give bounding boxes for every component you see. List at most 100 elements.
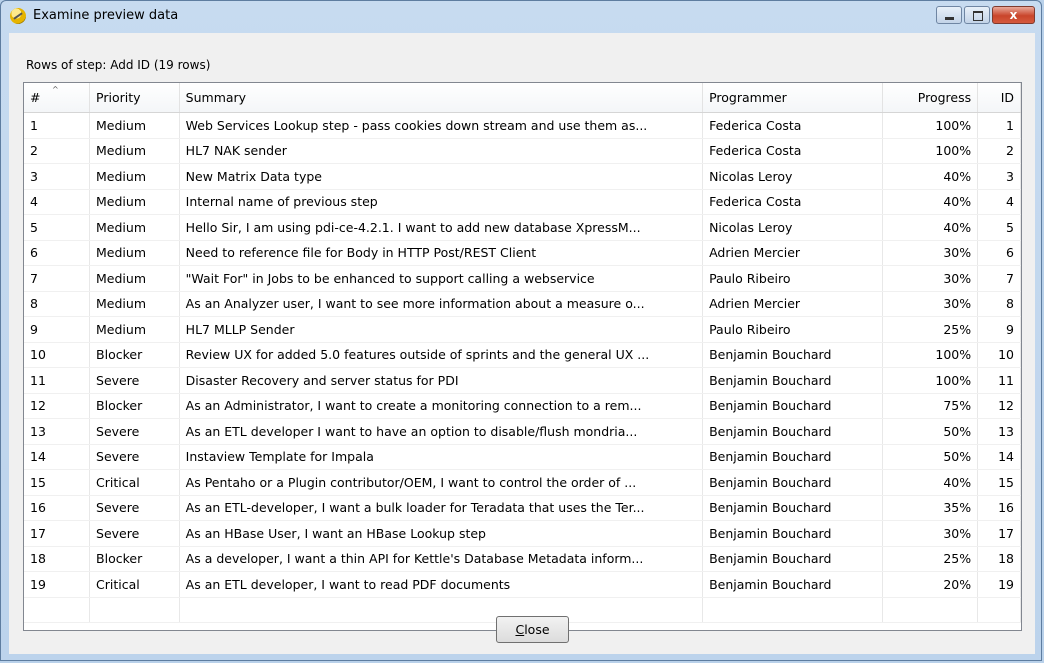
close-button[interactable]: Close [496, 616, 569, 643]
summary-cell: Internal name of previous step [179, 189, 704, 215]
progress-cell: 50% [882, 444, 979, 470]
priority-cell: Blocker [89, 546, 180, 572]
row-number: 16 [24, 495, 91, 521]
minimize-button[interactable] [936, 6, 962, 24]
id-cell: 9 [977, 316, 1021, 343]
progress-cell: 100% [882, 138, 979, 164]
table-row[interactable]: 19 Critical As an ETL developer, I want to… [24, 571, 1021, 598]
close-icon: x [1009, 8, 1018, 22]
maximize-button[interactable] [964, 6, 990, 24]
window-controls: x [934, 6, 1035, 24]
progress-cell: 30% [882, 291, 979, 317]
table-header: # ^ Priority Summary Programmer Progress … [24, 83, 1021, 113]
programmer-cell: Adrien Mercier [702, 240, 883, 266]
column-header[interactable]: Programmer [702, 83, 883, 113]
row-number: 6 [24, 240, 91, 266]
id-cell: 6 [977, 240, 1021, 266]
id-cell: 15 [977, 469, 1021, 496]
programmer-cell: Benjamin Bouchard [702, 418, 883, 445]
id-cell: 2 [977, 138, 1021, 164]
id-cell: 8 [977, 291, 1021, 317]
progress-cell: 40% [882, 469, 979, 496]
table-row[interactable]: 8 Medium As an Analyzer user, I want to se… [24, 291, 1021, 317]
summary-cell: HL7 MLLP Sender [179, 316, 704, 343]
summary-cell: As an Analyzer user, I want to see more … [179, 291, 704, 317]
programmer-cell: Benjamin Bouchard [702, 469, 883, 496]
table-row[interactable]: 5 Medium Hello Sir, I am using pdi-ce-4.2.… [24, 214, 1021, 241]
table-row[interactable]: 16 Severe As an ETL-developer, I want a bu… [24, 495, 1021, 521]
close-window-button[interactable]: x [992, 6, 1035, 24]
priority-cell: Medium [89, 163, 180, 190]
column-header[interactable]: Priority [89, 83, 180, 113]
programmer-cell: Benjamin Bouchard [702, 393, 883, 419]
programmer-cell: Benjamin Bouchard [702, 342, 883, 368]
table-row[interactable]: 12 Blocker As an Administrator, I want to … [24, 393, 1021, 419]
table-row[interactable]: 7 Medium "Wait For" in Jobs to be enhanced… [24, 265, 1021, 292]
row-number: 1 [24, 112, 91, 139]
column-header[interactable]: Summary [179, 83, 704, 113]
summary-cell: Need to reference file for Body in HTTP … [179, 240, 704, 266]
row-number: 13 [24, 418, 91, 445]
column-header[interactable]: # ^ [24, 83, 91, 113]
sort-ascending-icon: ^ [52, 85, 59, 94]
table-row[interactable]: 18 Blocker As a developer, I want a thin A… [24, 546, 1021, 572]
progress-cell: 40% [882, 189, 979, 215]
summary-cell: As an HBase User, I want an HBase Lookup… [179, 520, 704, 547]
programmer-cell: Nicolas Leroy [702, 163, 883, 190]
summary-cell: As an ETL-developer, I want a bulk loade… [179, 495, 704, 521]
priority-cell: Medium [89, 316, 180, 343]
table-row[interactable]: 1 Medium Web Services Lookup step - pass c… [24, 112, 1021, 139]
table-row[interactable]: 11 Severe Disaster Recovery and server sta… [24, 367, 1021, 394]
table-row[interactable]: 9 Medium HL7 MLLP Sender Paulo Ribeiro 25% 9 [24, 316, 1021, 343]
preview-table[interactable]: # ^ Priority Summary Programmer Progress … [23, 82, 1022, 631]
programmer-cell: Nicolas Leroy [702, 214, 883, 241]
summary-cell: Disaster Recovery and server status for … [179, 367, 704, 394]
progress-cell: 35% [882, 495, 979, 521]
id-cell: 3 [977, 163, 1021, 190]
empty-cell [24, 597, 91, 623]
progress-cell: 25% [882, 316, 979, 343]
programmer-cell: Benjamin Bouchard [702, 444, 883, 470]
column-header[interactable]: Progress [882, 83, 979, 113]
empty-cell [977, 597, 1021, 623]
table-row[interactable]: 14 Severe Instaview Template for Impala Ben… [24, 444, 1021, 470]
table-row[interactable]: 13 Severe As an ETL developer I want to ha… [24, 418, 1021, 445]
table-row[interactable]: 4 Medium Internal name of previous step Fed… [24, 189, 1021, 215]
row-number: 19 [24, 571, 91, 598]
summary-cell: Hello Sir, I am using pdi-ce-4.2.1. I wa… [179, 214, 704, 241]
table-row[interactable]: 6 Medium Need to reference file for Body i… [24, 240, 1021, 266]
progress-cell: 30% [882, 520, 979, 547]
id-cell: 5 [977, 214, 1021, 241]
id-cell: 17 [977, 520, 1021, 547]
summary-cell: As a developer, I want a thin API for Ke… [179, 546, 704, 572]
dialog-body: Rows of step: Add ID (19 rows) # ^ Priori… [9, 33, 1035, 654]
priority-cell: Severe [89, 418, 180, 445]
row-number: 7 [24, 265, 91, 292]
row-number: 17 [24, 520, 91, 547]
programmer-cell: Benjamin Bouchard [702, 520, 883, 547]
progress-cell: 100% [882, 112, 979, 139]
priority-cell: Severe [89, 495, 180, 521]
row-number: 5 [24, 214, 91, 241]
programmer-cell: Benjamin Bouchard [702, 571, 883, 598]
maximize-icon [973, 11, 983, 21]
progress-cell: 30% [882, 240, 979, 266]
table-row[interactable]: 17 Severe As an HBase User, I want an HBas… [24, 520, 1021, 547]
table-row[interactable]: 15 Critical As Pentaho or a Plugin contrib… [24, 469, 1021, 496]
preview-dialog: Examine preview data x Rows of step: Add… [0, 0, 1042, 661]
programmer-cell: Federica Costa [702, 189, 883, 215]
progress-cell: 25% [882, 546, 979, 572]
id-cell: 16 [977, 495, 1021, 521]
progress-cell: 40% [882, 163, 979, 190]
column-header[interactable]: ID [977, 83, 1021, 113]
priority-cell: Blocker [89, 393, 180, 419]
programmer-cell: Federica Costa [702, 138, 883, 164]
title-bar[interactable]: Examine preview data x [1, 1, 1041, 31]
priority-cell: Medium [89, 214, 180, 241]
table-row[interactable]: 10 Blocker Review UX for added 5.0 feature… [24, 342, 1021, 368]
table-row[interactable]: 2 Medium HL7 NAK sender Federica Costa 100% 2 [24, 138, 1021, 164]
summary-cell: Instaview Template for Impala [179, 444, 704, 470]
summary-cell: As an Administrator, I want to create a … [179, 393, 704, 419]
progress-cell: 30% [882, 265, 979, 292]
table-row[interactable]: 3 Medium New Matrix Data type Nicolas Leroy… [24, 163, 1021, 190]
